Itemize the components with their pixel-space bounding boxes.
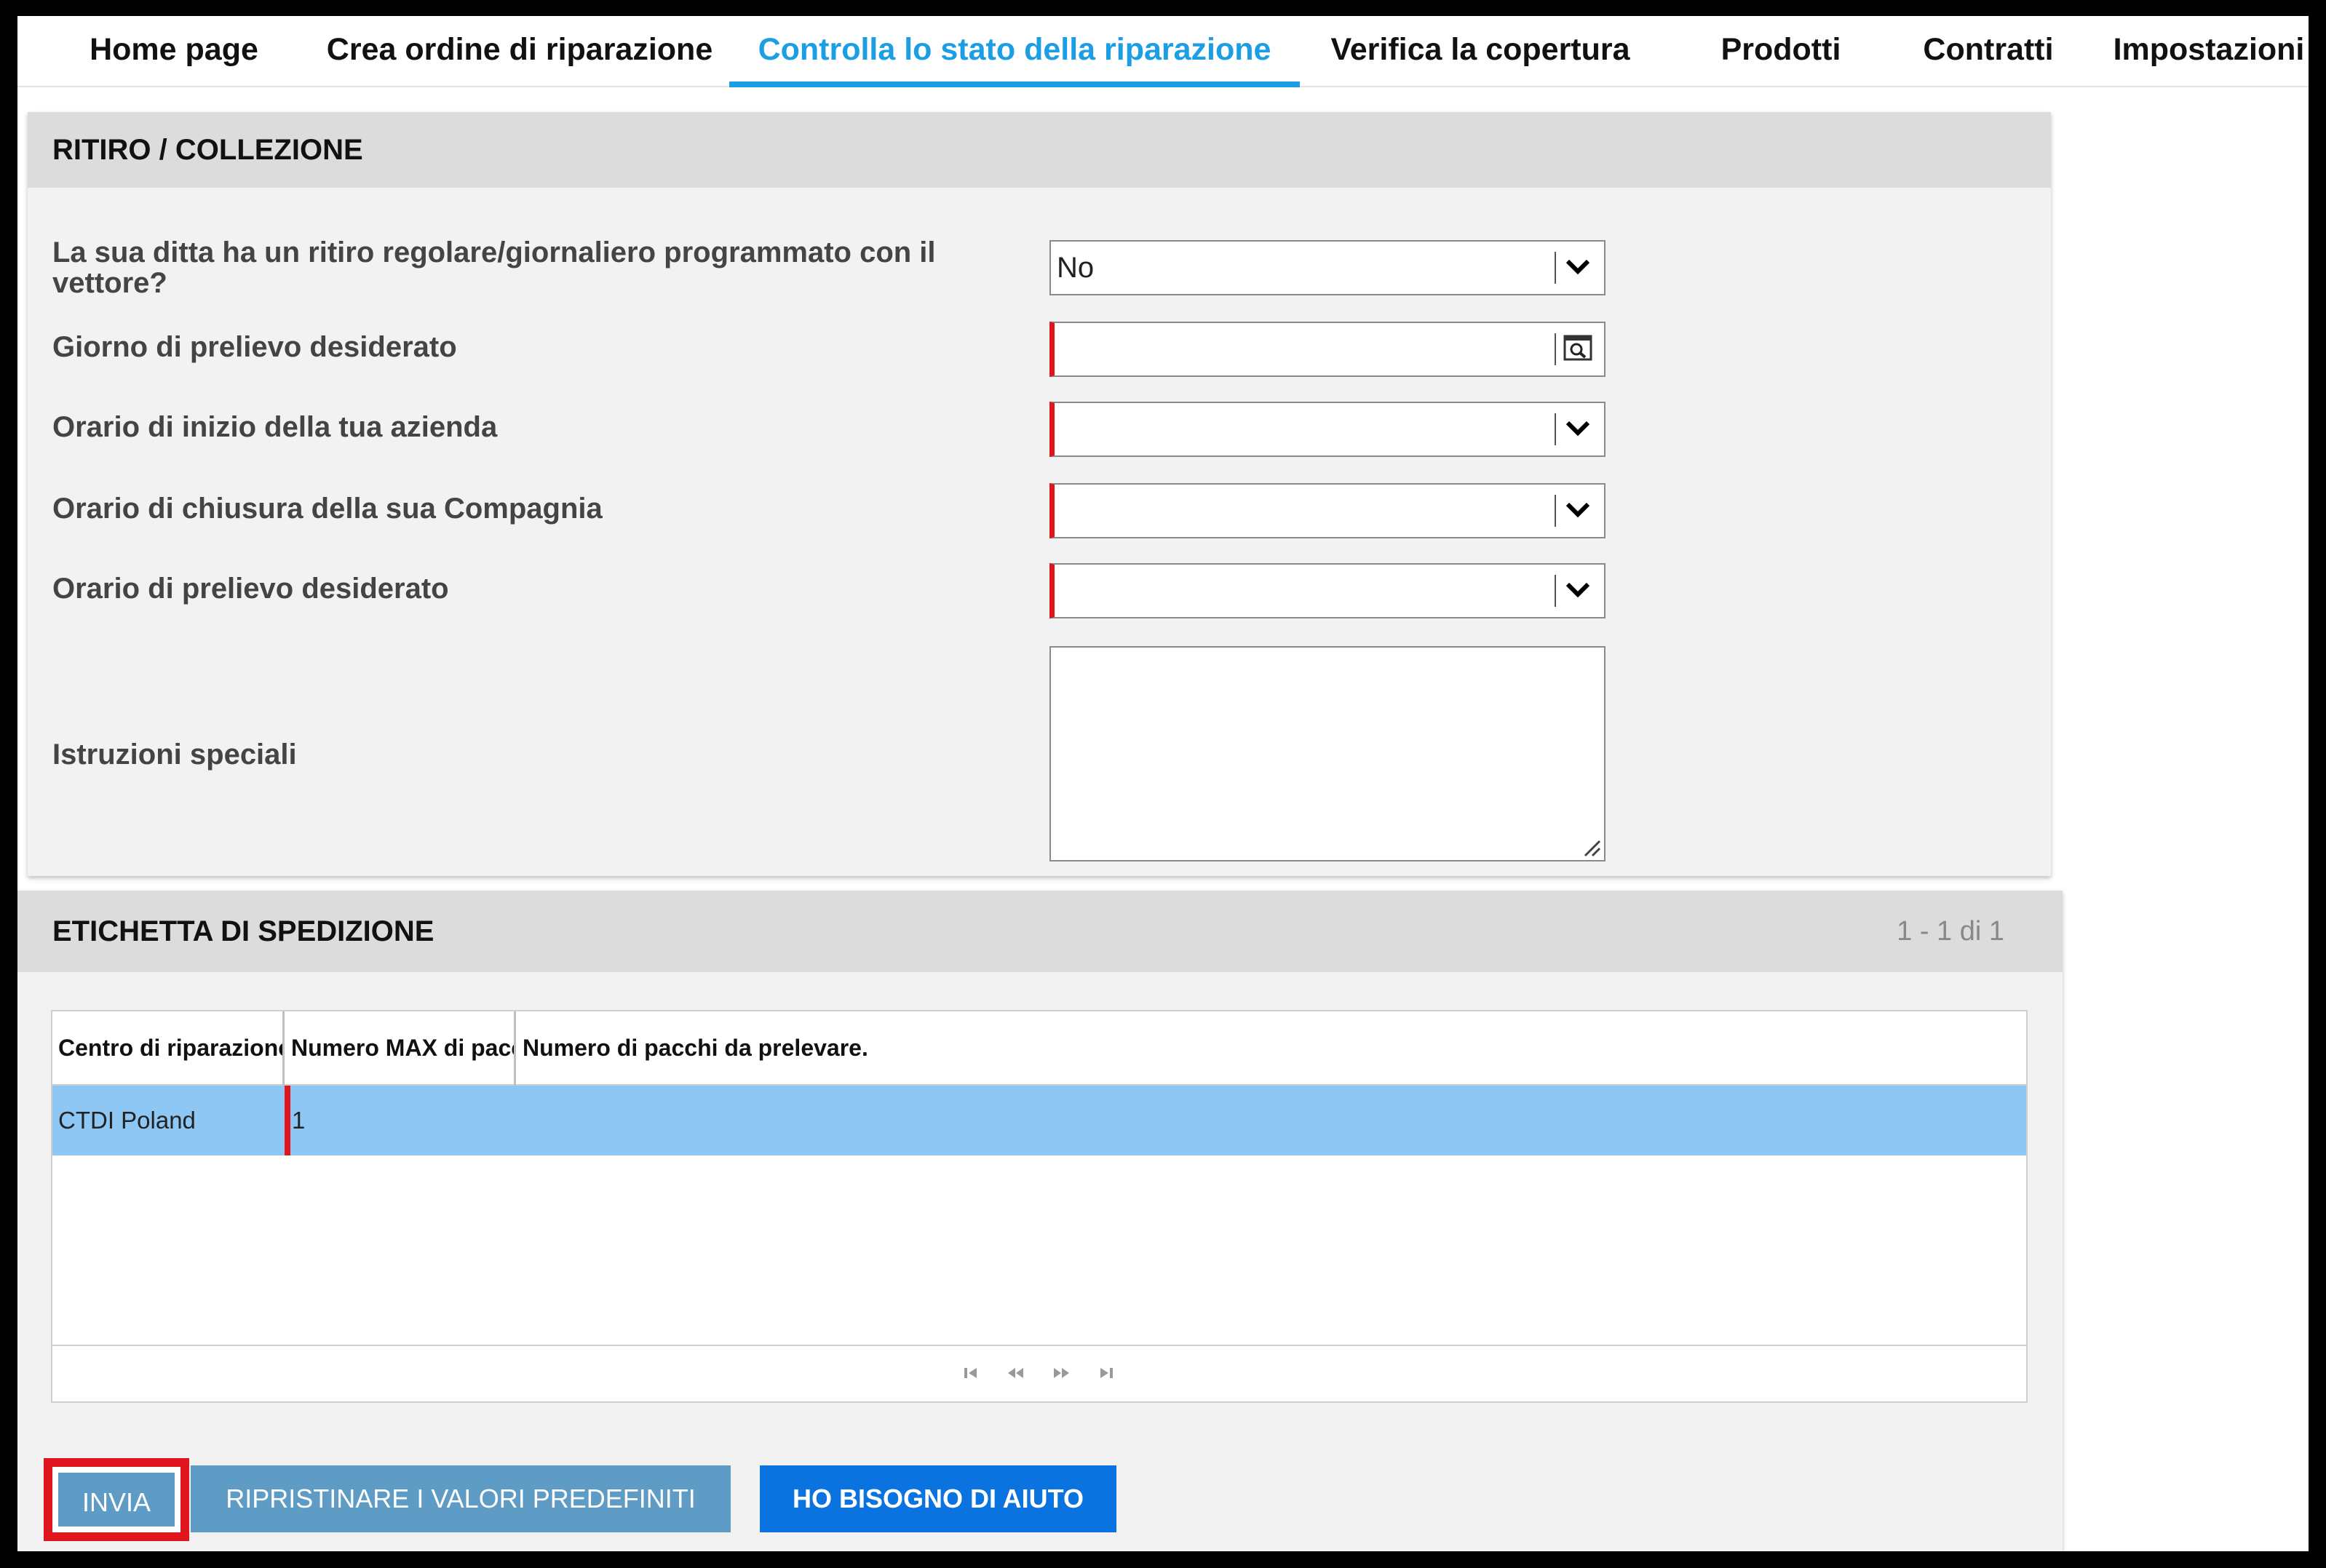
special-instructions-label: Istruzioni speciali	[52, 739, 297, 771]
shipping-grid: Centro di riparazione Numero MAX di pacc…	[51, 1010, 2028, 1403]
pickup-time-label: Orario di prelievo desiderato	[52, 573, 449, 605]
tab-products[interactable]: Prodotti	[1706, 16, 1856, 86]
tab-create-repair-order[interactable]: Crea ordine di riparazione	[303, 16, 737, 86]
chevron-down-icon[interactable]	[1563, 252, 1592, 281]
regular-pickup-label: La sua ditta ha un ritiro regolare/giorn…	[52, 236, 936, 299]
resize-grip-icon[interactable]	[1581, 837, 1601, 857]
grid-pager	[52, 1345, 2026, 1401]
shipping-panel-title: ETICHETTA DI SPEDIZIONE	[52, 915, 434, 947]
pickup-day-field[interactable]	[1049, 322, 1605, 377]
grid-header: Centro di riparazione Numero MAX di pacc…	[52, 1011, 2026, 1086]
last-page-icon[interactable]	[1095, 1362, 1116, 1384]
special-instructions-textarea[interactable]	[1049, 646, 1605, 861]
col-head-packages-to-pick[interactable]: Numero di pacchi da prelevare.	[517, 1011, 1754, 1084]
business-close-label: Orario di chiusura della sua Compagnia	[52, 493, 603, 525]
pickup-panel-header: RITIRO / COLLEZIONE	[28, 112, 2051, 188]
business-start-label: Orario di inizio della tua azienda	[52, 411, 498, 443]
pickup-day-label: Giorno di prelievo desiderato	[52, 331, 457, 363]
col-head-repair-center[interactable]: Centro di riparazione	[52, 1011, 282, 1084]
cell-repair-center: CTDI Poland	[58, 1107, 196, 1134]
cell-packages-to-pick[interactable]	[516, 1086, 2026, 1155]
next-page-icon[interactable]	[1051, 1362, 1073, 1384]
first-page-icon[interactable]	[961, 1362, 983, 1384]
top-nav: Home page Crea ordine di riparazione Con…	[17, 16, 2309, 87]
pickup-panel: RITIRO / COLLEZIONE La sua ditta ha un r…	[28, 112, 2051, 876]
select-separator	[1555, 413, 1556, 445]
select-separator	[1555, 333, 1556, 365]
pickup-panel-title: RITIRO / COLLEZIONE	[52, 134, 363, 166]
shipping-panel: ETICHETTA DI SPEDIZIONE 1 - 1 di 1 Centr…	[17, 891, 2063, 1551]
chevron-down-icon[interactable]	[1563, 413, 1592, 442]
table-row[interactable]: CTDI Poland 1	[52, 1086, 2026, 1155]
select-separator	[1555, 252, 1556, 284]
cell-max-packages[interactable]: 1	[285, 1086, 514, 1155]
col-head-max-packages[interactable]: Numero MAX di pacchi	[285, 1011, 514, 1084]
tab-verify-coverage[interactable]: Verifica la copertura	[1322, 16, 1639, 86]
tab-contracts[interactable]: Contratti	[1902, 16, 2074, 86]
reset-defaults-button[interactable]: RIPRISTINARE I VALORI PREDEFINITI	[191, 1465, 731, 1532]
select-separator	[1555, 495, 1556, 527]
submit-button-highlight: INVIA	[44, 1458, 189, 1541]
regular-pickup-value: No	[1057, 252, 1095, 284]
regular-pickup-select[interactable]: No	[1049, 240, 1605, 295]
shipping-panel-header: ETICHETTA DI SPEDIZIONE 1 - 1 di 1	[17, 891, 2063, 972]
submit-button[interactable]: INVIA	[58, 1473, 175, 1527]
select-separator	[1555, 575, 1556, 607]
business-start-select[interactable]	[1049, 402, 1605, 457]
business-close-select[interactable]	[1049, 483, 1605, 538]
shipping-pager-summary: 1 - 1 di 1	[1897, 916, 2004, 947]
tab-home-page[interactable]: Home page	[68, 16, 279, 86]
help-button[interactable]: HO BISOGNO DI AIUTO	[760, 1465, 1116, 1532]
previous-page-icon[interactable]	[1004, 1362, 1026, 1384]
app-frame: Home page Crea ordine di riparazione Con…	[17, 16, 2309, 1551]
chevron-down-icon[interactable]	[1563, 575, 1592, 604]
date-picker-search-icon[interactable]	[1562, 332, 1595, 365]
chevron-down-icon[interactable]	[1563, 495, 1592, 524]
tab-check-repair-status[interactable]: Controlla lo stato della riparazione	[729, 16, 1300, 87]
pickup-time-select[interactable]	[1049, 563, 1605, 618]
tab-settings[interactable]: Impostazioni	[2103, 16, 2309, 86]
